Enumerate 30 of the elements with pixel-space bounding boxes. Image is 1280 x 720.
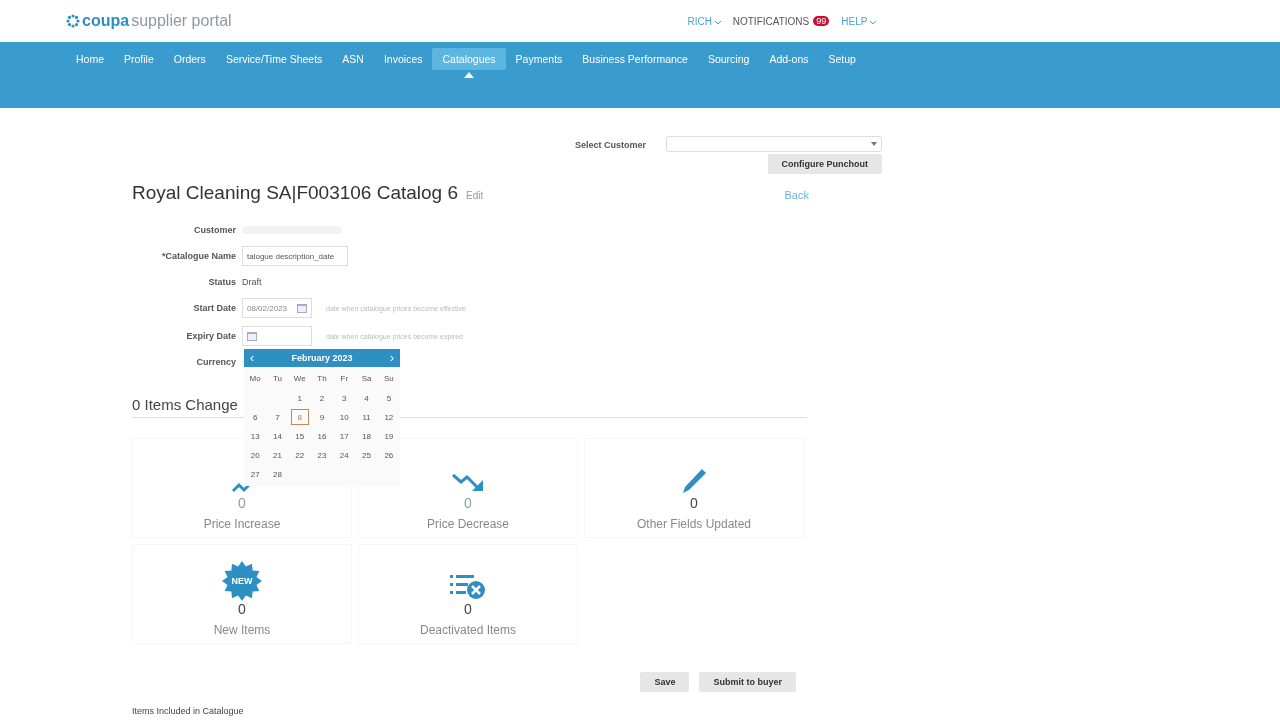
stat-count: 0 (464, 601, 472, 617)
weekday-label: Su (382, 373, 395, 385)
weekday-label: Th (316, 373, 328, 385)
stat-label: Deactivated Items (419, 623, 516, 637)
section-heading: Items Included in Catalogue (132, 706, 245, 716)
weekday-label: Mo (248, 373, 262, 385)
field-label: Customer (193, 225, 236, 235)
field-label: Expiry Date (185, 331, 236, 341)
status-value: Draft (242, 277, 262, 287)
stat-count: 0 (238, 495, 246, 511)
weekday-label: Fr (339, 373, 350, 385)
stat-count: 0 (690, 495, 698, 511)
field-label: Start Date (192, 303, 236, 313)
month-title: February 2023 (291, 353, 353, 363)
weekday-label: We (292, 373, 307, 385)
weekday-label: Tu (271, 373, 283, 385)
notification-count: 99 (813, 16, 830, 26)
stat-label: Price Increase (203, 517, 281, 531)
stat-label: Other Fields Updated (636, 517, 752, 531)
new-badge-icon: NEW (222, 561, 262, 601)
stat-label: Price Decrease (427, 517, 509, 531)
weekday-label: Sa (360, 373, 373, 385)
select-customer-label: Select Customer (574, 140, 646, 150)
field-label: Status (207, 277, 236, 287)
stat-count: 0 (464, 495, 472, 511)
field-label: Currency (195, 357, 236, 367)
stat-count: 0 (238, 601, 246, 617)
field-label: *Catalogue Name (160, 251, 236, 261)
stat-label: New Items (213, 623, 271, 637)
page-title: Royal Cleaning SA|F003106 Catalog 6 (132, 182, 459, 204)
